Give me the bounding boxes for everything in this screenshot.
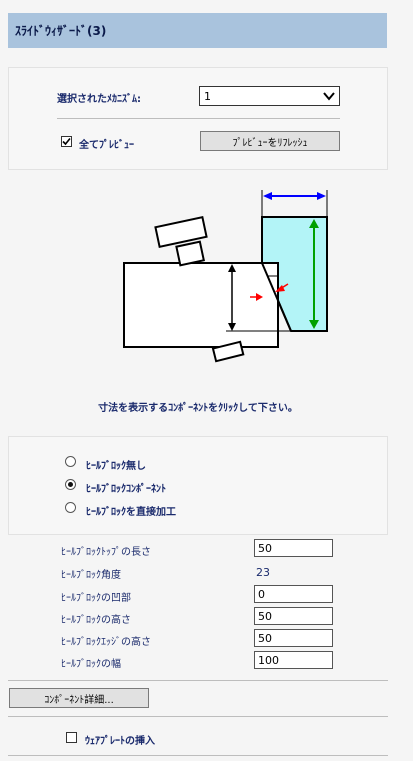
top-length-input[interactable]: 50 [254,539,333,557]
slide-diagram[interactable] [118,188,338,368]
height-input[interactable]: 50 [254,607,333,625]
wear-plate-label: ｳｪｱﾌﾟﾚｰﾄの挿入 [85,736,155,747]
height-label: ﾋｰﾙﾌﾞﾛｯｸの高さ [61,615,131,626]
heel-option-none-radio[interactable] [65,456,76,467]
top-length-label: ﾋｰﾙﾌﾞﾛｯｸﾄｯﾌﾟの長さ [61,547,151,558]
heel-option-component-radio-dot [68,482,73,487]
recess-label: ﾋｰﾙﾌﾞﾛｯｸの凹部 [61,593,131,604]
mechanism-divider [57,118,340,119]
heel-option-component-radio[interactable] [65,479,76,490]
heel-option-component-label: ﾋｰﾙﾌﾞﾛｯｸｺﾝﾎﾟｰﾈﾝﾄ [86,484,166,495]
chevron-down-icon [323,92,335,101]
details-divider [8,716,388,717]
heel-width-dimension[interactable] [261,190,328,217]
recess-value: 0 [258,587,265,601]
width-label: ﾋｰﾙﾌﾞﾛｯｸの幅 [61,659,121,670]
component-details-button[interactable]: ｺﾝﾎﾟｰﾈﾝﾄ詳細... [9,688,149,708]
preview-all-checkbox[interactable] [61,136,72,147]
preview-all-label: 全てﾌﾟﾚﾋﾞｭｰ [79,140,134,151]
top-length-value: 50 [258,541,272,555]
wizard-title: ｽﾗｲﾄﾞｳｨｻﾞｰﾄﾞ(3) [15,24,107,38]
edge-height-input[interactable]: 50 [254,629,333,647]
bottom-divider [8,755,388,756]
height-value: 50 [258,609,272,623]
edge-height-label: ﾋｰﾙﾌﾞﾛｯｸｴｯｼﾞの高さ [61,637,151,648]
heel-option-direct-radio[interactable] [65,502,76,513]
angle-label: ﾋｰﾙﾌﾞﾛｯｸ角度 [61,570,121,581]
recess-input[interactable]: 0 [254,585,333,603]
wear-plate-checkbox[interactable] [66,732,77,743]
wizard-title-bar: ｽﾗｲﾄﾞｳｨｻﾞｰﾄﾞ(3) [8,13,387,48]
angle-value: 23 [256,566,270,579]
heel-option-direct-label: ﾋｰﾙﾌﾞﾛｯｸを直接加工 [86,507,176,518]
edge-height-value: 50 [258,631,272,645]
params-divider [8,680,388,681]
refresh-preview-button[interactable]: ﾌﾟﾚﾋﾞｭｰをﾘﾌﾚｯｼｭ [200,131,340,151]
mechanism-select-value: 1 [204,89,211,103]
mechanism-label: 選択されたﾒｶﾆｽﾞﾑ: [57,94,141,105]
slide-body-shape[interactable] [123,262,279,348]
width-input[interactable]: 100 [254,651,333,669]
heel-option-none-label: ﾋｰﾙﾌﾞﾛｯｸ無し [86,461,146,472]
mechanism-select[interactable]: 1 [199,86,340,106]
width-value: 100 [258,653,279,667]
diagram-hint: 寸法を表示するｺﾝﾎﾟｰﾈﾝﾄをｸﾘｯｸして下さい。 [98,403,298,414]
checkmark-icon [62,137,71,146]
guide-bolt-top-shape[interactable] [154,216,208,267]
